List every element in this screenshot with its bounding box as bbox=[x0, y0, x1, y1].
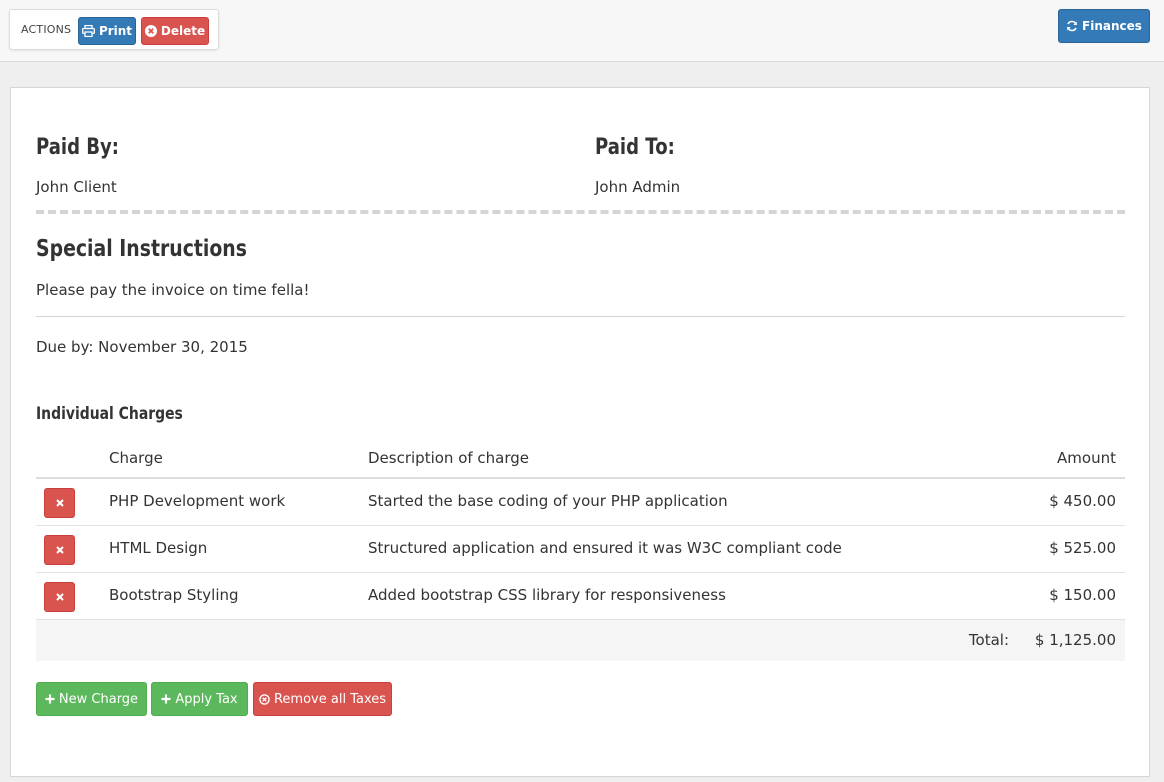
charge-name: PHP Development work bbox=[109, 492, 286, 510]
paid-to-value: John Admin bbox=[595, 178, 681, 196]
charge-amount: $ 525.00 bbox=[1049, 539, 1116, 557]
print-icon bbox=[81, 25, 95, 37]
remove-all-taxes-label: Remove all Taxes bbox=[273, 691, 387, 707]
charge-amount: $ 150.00 bbox=[1049, 586, 1116, 604]
top-toolbar: ACTIONS Print Delete Finances bbox=[0, 0, 1164, 62]
column-header-amount: Amount bbox=[1057, 449, 1116, 467]
divider bbox=[36, 316, 1125, 317]
print-label: Print bbox=[98, 24, 133, 38]
times-circle-icon bbox=[144, 25, 157, 37]
paid-to-heading: Paid To: bbox=[595, 135, 675, 160]
delete-label: Delete bbox=[160, 24, 206, 38]
table-row: Bootstrap Styling Added bootstrap CSS li… bbox=[36, 573, 1125, 620]
table-header: Charge Description of charge Amount bbox=[36, 438, 1125, 479]
apply-tax-button[interactable]: Apply Tax bbox=[151, 682, 248, 716]
individual-charges-heading: Individual Charges bbox=[36, 404, 183, 424]
remove-charge-button[interactable] bbox=[44, 582, 75, 612]
actions-label: ACTIONS bbox=[21, 23, 72, 36]
times-circle-outline-icon bbox=[259, 693, 270, 705]
due-date: Due by: November 30, 2015 bbox=[36, 338, 248, 356]
times-icon bbox=[55, 499, 64, 507]
column-header-charge: Charge bbox=[109, 449, 163, 467]
remove-all-taxes-button[interactable]: Remove all Taxes bbox=[253, 682, 392, 716]
apply-tax-label: Apply Tax bbox=[175, 691, 238, 707]
table-row: HTML Design Structured application and e… bbox=[36, 526, 1125, 573]
charge-name: Bootstrap Styling bbox=[109, 586, 239, 604]
invoice-panel: Paid By: John Client Paid To: John Admin… bbox=[10, 87, 1150, 777]
finances-button[interactable]: Finances bbox=[1058, 9, 1150, 43]
charge-amount: $ 450.00 bbox=[1049, 492, 1116, 510]
charge-description: Added bootstrap CSS library for responsi… bbox=[368, 586, 726, 604]
total-label: Total: bbox=[968, 631, 1009, 649]
times-icon bbox=[55, 546, 64, 554]
charge-description: Started the base coding of your PHP appl… bbox=[368, 492, 728, 510]
refresh-icon bbox=[1067, 20, 1077, 32]
plus-icon bbox=[45, 694, 55, 704]
new-charge-button[interactable]: New Charge bbox=[36, 682, 147, 716]
special-instructions-heading: Special Instructions bbox=[36, 236, 247, 262]
delete-button[interactable]: Delete bbox=[141, 17, 209, 45]
remove-charge-button[interactable] bbox=[44, 535, 75, 565]
times-icon bbox=[55, 593, 64, 601]
paid-by-value: John Client bbox=[36, 178, 117, 196]
print-button[interactable]: Print bbox=[78, 17, 136, 45]
table-row: PHP Development work Started the base co… bbox=[36, 479, 1125, 526]
total-value: $ 1,125.00 bbox=[1034, 631, 1116, 649]
remove-charge-button[interactable] bbox=[44, 488, 75, 518]
special-instructions-text: Please pay the invoice on time fella! bbox=[36, 281, 310, 299]
column-header-description: Description of charge bbox=[368, 449, 530, 467]
paid-by-heading: Paid By: bbox=[36, 135, 120, 160]
finances-label: Finances bbox=[1082, 19, 1142, 33]
plus-icon bbox=[161, 694, 171, 704]
charges-table: Charge Description of charge Amount PHP … bbox=[36, 438, 1125, 661]
charge-name: HTML Design bbox=[109, 539, 208, 557]
charge-description: Structured application and ensured it wa… bbox=[368, 539, 842, 557]
dashed-divider bbox=[36, 210, 1125, 214]
actions-group: ACTIONS Print Delete bbox=[9, 9, 219, 50]
new-charge-label: New Charge bbox=[58, 691, 139, 707]
total-row: Total: $ 1,125.00 bbox=[36, 620, 1125, 661]
